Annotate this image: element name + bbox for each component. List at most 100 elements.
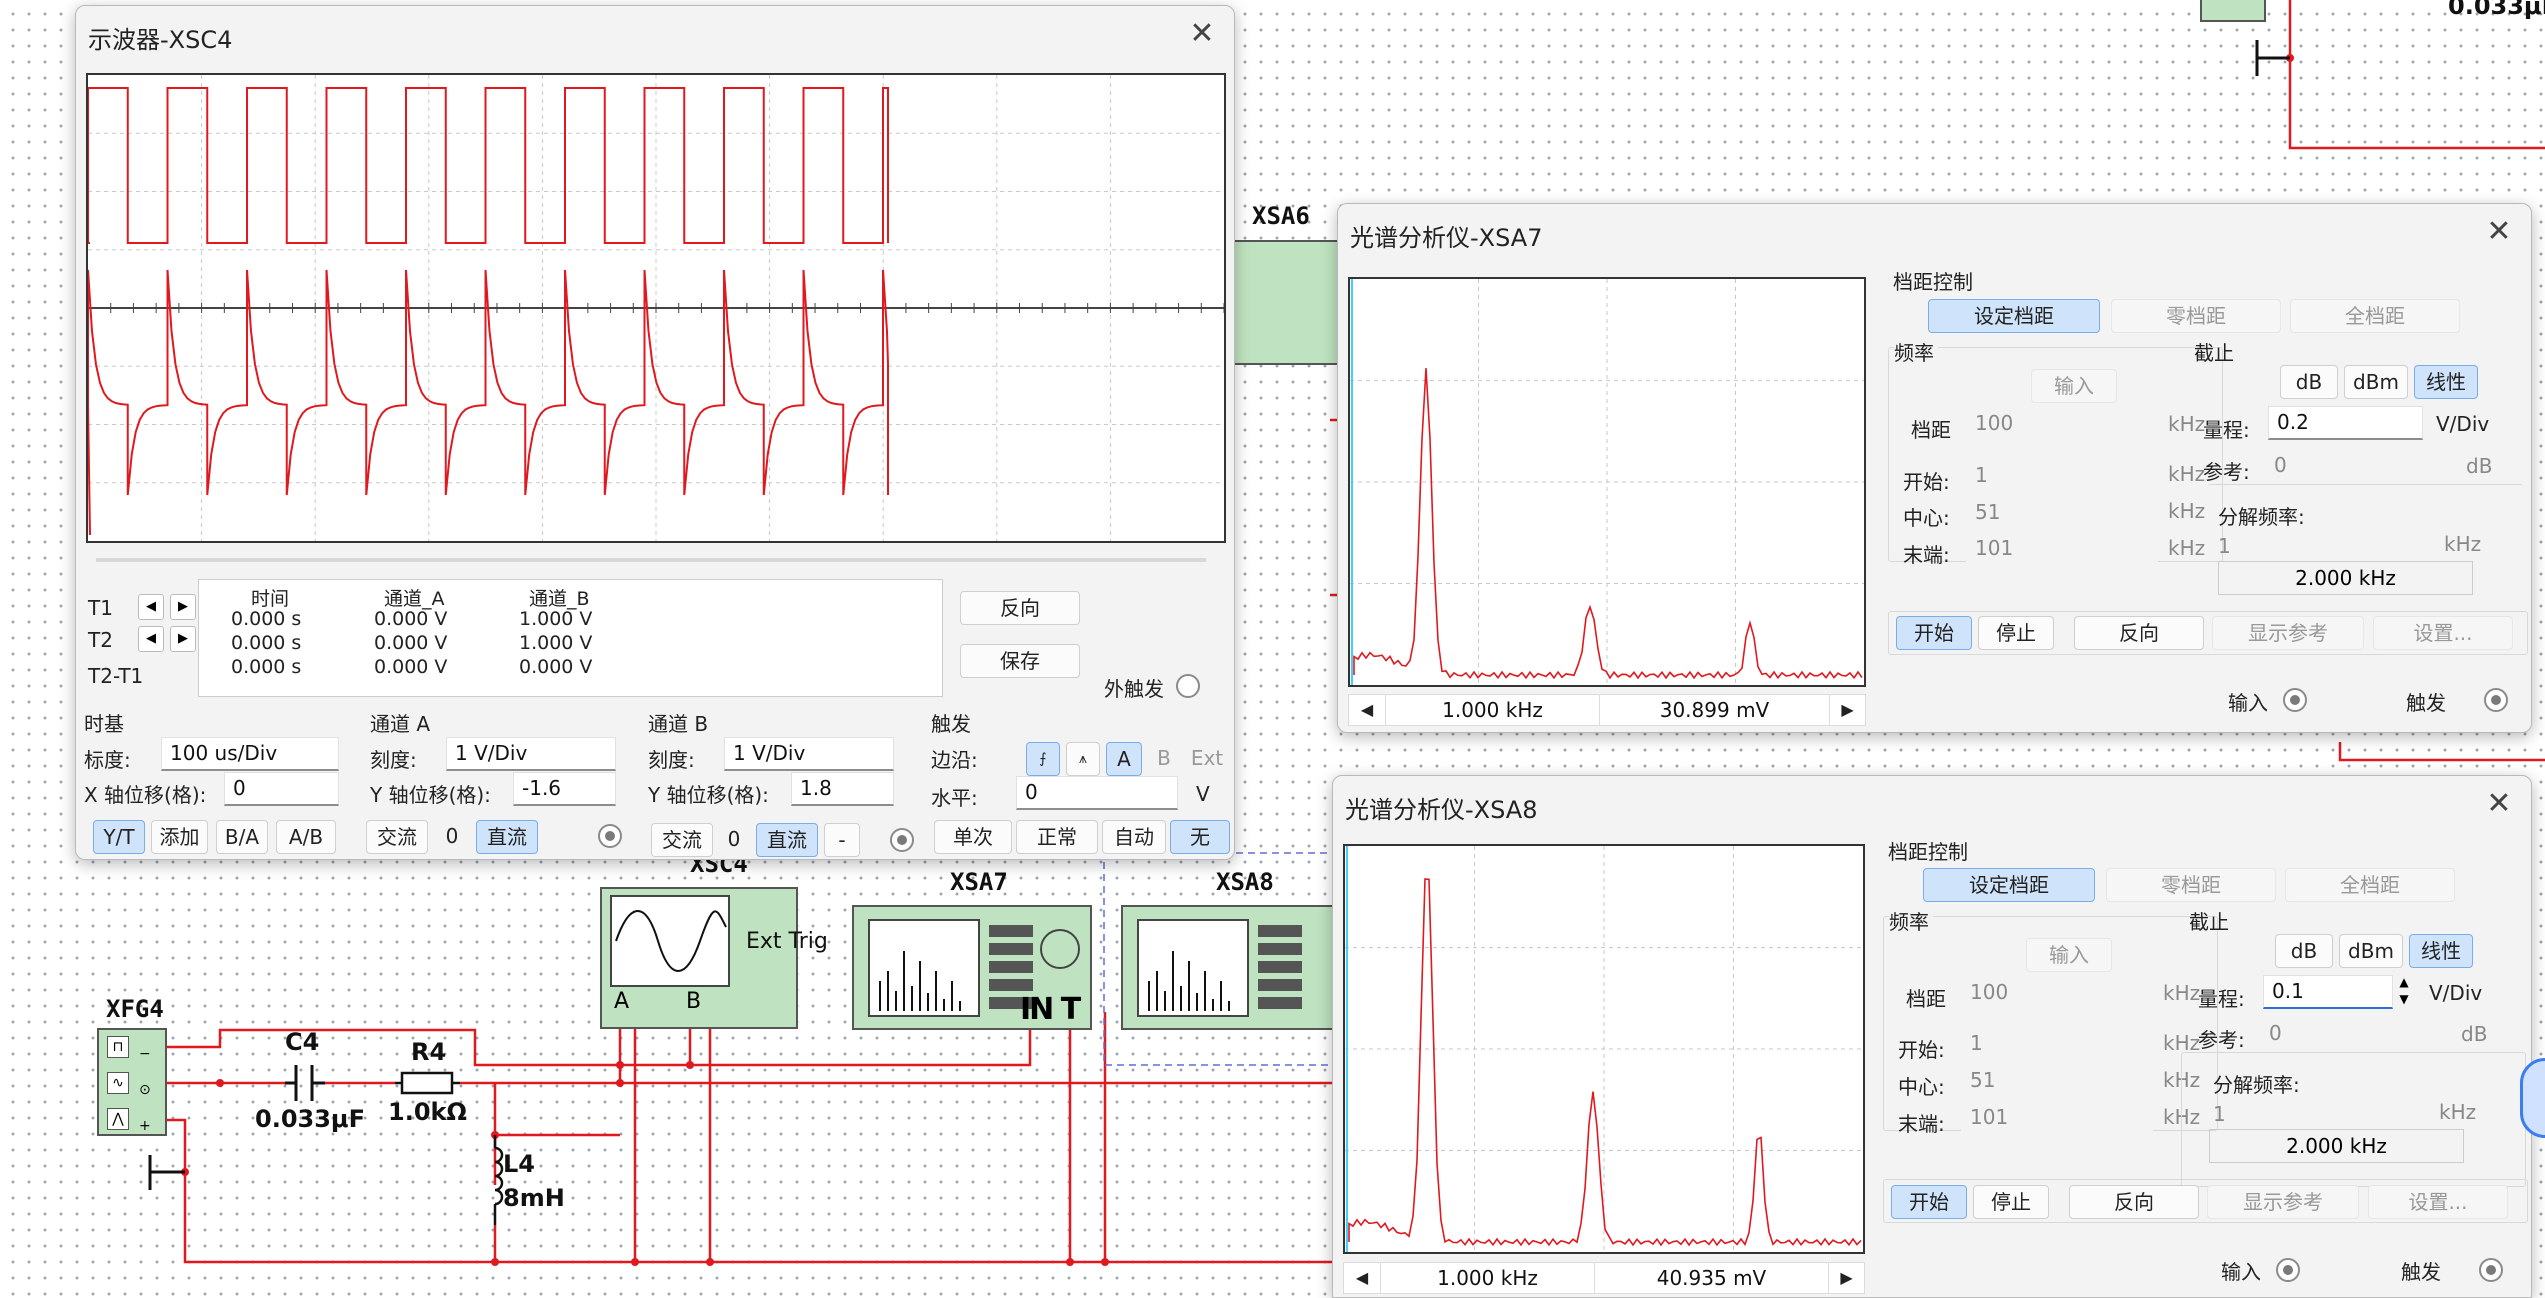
center-field[interactable]: 51 [1966,496,2158,530]
trigger-single-button[interactable]: 单次 [934,820,1012,854]
function-generator-xfg4[interactable]: ⊓ ∿ ⋀ − ⊙ + [97,1028,167,1136]
channel-b-scale-field[interactable]: 1 V/Div [724,737,894,771]
close-icon[interactable]: ✕ [2481,786,2517,822]
end-field[interactable]: 101 [1961,1101,2153,1135]
db-button[interactable]: dB [2275,934,2333,968]
spectrum-screen[interactable] [1343,844,1865,1254]
channel-b-ypos-field[interactable]: 1.8 [791,772,894,806]
t1-right-arrow[interactable]: ▶ [170,594,196,620]
reverse-button[interactable]: 反向 [960,591,1080,625]
t2-left-arrow[interactable]: ◀ [138,626,164,652]
db-button[interactable]: dB [2280,365,2338,399]
spectrum-screen[interactable] [1348,277,1866,687]
span-field[interactable]: 100 [1966,407,2158,441]
trigger-normal-button[interactable]: 正常 [1016,820,1098,854]
stop-button[interactable]: 停止 [1973,1185,2049,1219]
start-button[interactable]: 开始 [1891,1185,1967,1219]
reverse-button[interactable]: 反向 [2069,1185,2199,1219]
full-span-button[interactable]: 全档距 [2290,299,2460,333]
save-button[interactable]: 保存 [960,644,1080,678]
trigger-none-button[interactable]: 无 [1170,820,1230,854]
top-right-component[interactable] [2200,0,2266,22]
set-span-button[interactable]: 设定档距 [1923,868,2095,902]
mode-yt-button[interactable]: Y/T [93,820,145,854]
trigger-auto-button[interactable]: 自动 [1102,820,1166,854]
mode-ab-button[interactable]: A/B [276,820,336,854]
show-ref-button[interactable]: 显示参考 [2212,616,2364,650]
oscilloscope-screen[interactable] [86,73,1226,543]
frequency-enter-button[interactable]: 输入 [2031,369,2117,403]
settings-button[interactable]: 设置... [2373,616,2513,650]
linear-button[interactable]: 线性 [2414,365,2478,399]
oscilloscope-window[interactable]: 示波器-XSC4 ✕ T1 ◀ ▶ T2 ◀ ▶ T2-T1 时间 通道_A 通… [75,5,1235,860]
frequency-enter-button[interactable]: 输入 [2026,938,2112,972]
channel-a-zero-button[interactable]: 0 [434,820,470,854]
cursor-right-arrow[interactable]: ▶ [1828,1263,1864,1293]
trigger-source-ext[interactable]: Ext [1184,742,1230,776]
screen-scrollbar[interactable] [96,558,1206,562]
cursor-right-arrow[interactable]: ▶ [1829,695,1865,725]
mode-ba-button[interactable]: B/A [216,820,268,854]
trigger-source-b[interactable]: B [1146,742,1182,776]
ref-field[interactable]: 0 [2265,449,2425,483]
floating-assistant-icon[interactable] [2520,1058,2545,1138]
title-bar[interactable]: 示波器-XSC4 ✕ [76,6,1234,64]
center-field[interactable]: 51 [1961,1064,2153,1098]
zero-span-button[interactable]: 零档距 [2111,299,2281,333]
close-icon[interactable]: ✕ [1184,16,1220,52]
start-button[interactable]: 开始 [1896,616,1972,650]
input-port-radio[interactable] [2283,688,2307,712]
close-icon[interactable]: ✕ [2481,214,2517,250]
set-span-button[interactable]: 设定档距 [1928,299,2100,333]
linear-button[interactable]: 线性 [2409,934,2473,968]
input-port-radio[interactable] [2276,1258,2300,1282]
x-position-field[interactable]: 0 [224,772,339,806]
dbm-button[interactable]: dBm [2339,934,2403,968]
ext-trigger-radio[interactable] [1176,674,1200,698]
settings-button[interactable]: 设置... [2368,1185,2508,1219]
trigger-level-field[interactable]: 0 [1016,776,1178,810]
channel-a-ac-button[interactable]: 交流 [366,820,428,854]
channel-a-dc-button[interactable]: 直流 [476,820,538,854]
title-bar[interactable]: 光谱分析仪-XSA8 ✕ [1333,776,2531,834]
end-field[interactable]: 101 [1966,532,2158,566]
channel-b-zero-button[interactable]: 0 [716,823,752,857]
channel-b-ac-button[interactable]: 交流 [651,823,713,857]
dbm-button[interactable]: dBm [2344,365,2408,399]
spectrum-analyzer-xsa7-window[interactable]: 光谱分析仪-XSA7 ✕ ◀ 1.000 kHz 30.899 mV ▶ 档距控… [1337,203,2532,733]
spectrum-analyzer-xsa6-icon[interactable] [1232,240,1342,365]
range-spinner-icon[interactable]: ▲ ▼ [2395,974,2413,1010]
show-ref-button[interactable]: 显示参考 [2207,1185,2359,1219]
falling-edge-icon[interactable]: ⩚ [1066,742,1100,776]
t2-right-arrow[interactable]: ▶ [170,626,196,652]
spectrum-analyzer-xsa8-icon[interactable] [1121,905,1341,1030]
channel-b-radio[interactable] [890,828,914,852]
span-field[interactable]: 100 [1961,976,2153,1010]
zero-span-button[interactable]: 零档距 [2106,868,2276,902]
trigger-port-radio[interactable] [2484,688,2508,712]
cursor-left-arrow[interactable]: ◀ [1344,1263,1380,1293]
rising-edge-icon[interactable]: ⨍ [1026,742,1060,776]
mode-add-button[interactable]: 添加 [151,820,208,854]
trigger-source-a[interactable]: A [1106,742,1142,776]
full-span-button[interactable]: 全档距 [2285,868,2455,902]
channel-a-ypos-field[interactable]: -1.6 [513,772,616,806]
cursor-left-arrow[interactable]: ◀ [1349,695,1385,725]
range-field[interactable]: 0.1 [2263,975,2393,1009]
channel-b-dc-button[interactable]: 直流 [756,823,818,857]
start-field[interactable]: 1 [1966,459,2158,493]
stop-button[interactable]: 停止 [1978,616,2054,650]
t1-left-arrow[interactable]: ◀ [138,594,164,620]
trigger-port-radio[interactable] [2479,1258,2503,1282]
channel-b-minus-button[interactable]: - [824,823,860,857]
oscilloscope-xsc4-icon[interactable]: Ext Trig A B [600,887,828,1029]
ref-field[interactable]: 0 [2260,1017,2420,1051]
range-field[interactable]: 0.2 [2268,406,2423,440]
channel-a-scale-field[interactable]: 1 V/Div [446,737,616,771]
title-bar[interactable]: 光谱分析仪-XSA7 ✕ [1338,204,2531,262]
timebase-scale-field[interactable]: 100 us/Div [161,737,339,771]
spectrum-analyzer-xsa8-window[interactable]: 光谱分析仪-XSA8 ✕ ◀ 1.000 kHz 40.935 mV ▶ 档距控… [1332,775,2532,1298]
reverse-button[interactable]: 反向 [2074,616,2204,650]
channel-a-radio[interactable] [598,824,622,848]
start-field[interactable]: 1 [1961,1027,2153,1061]
